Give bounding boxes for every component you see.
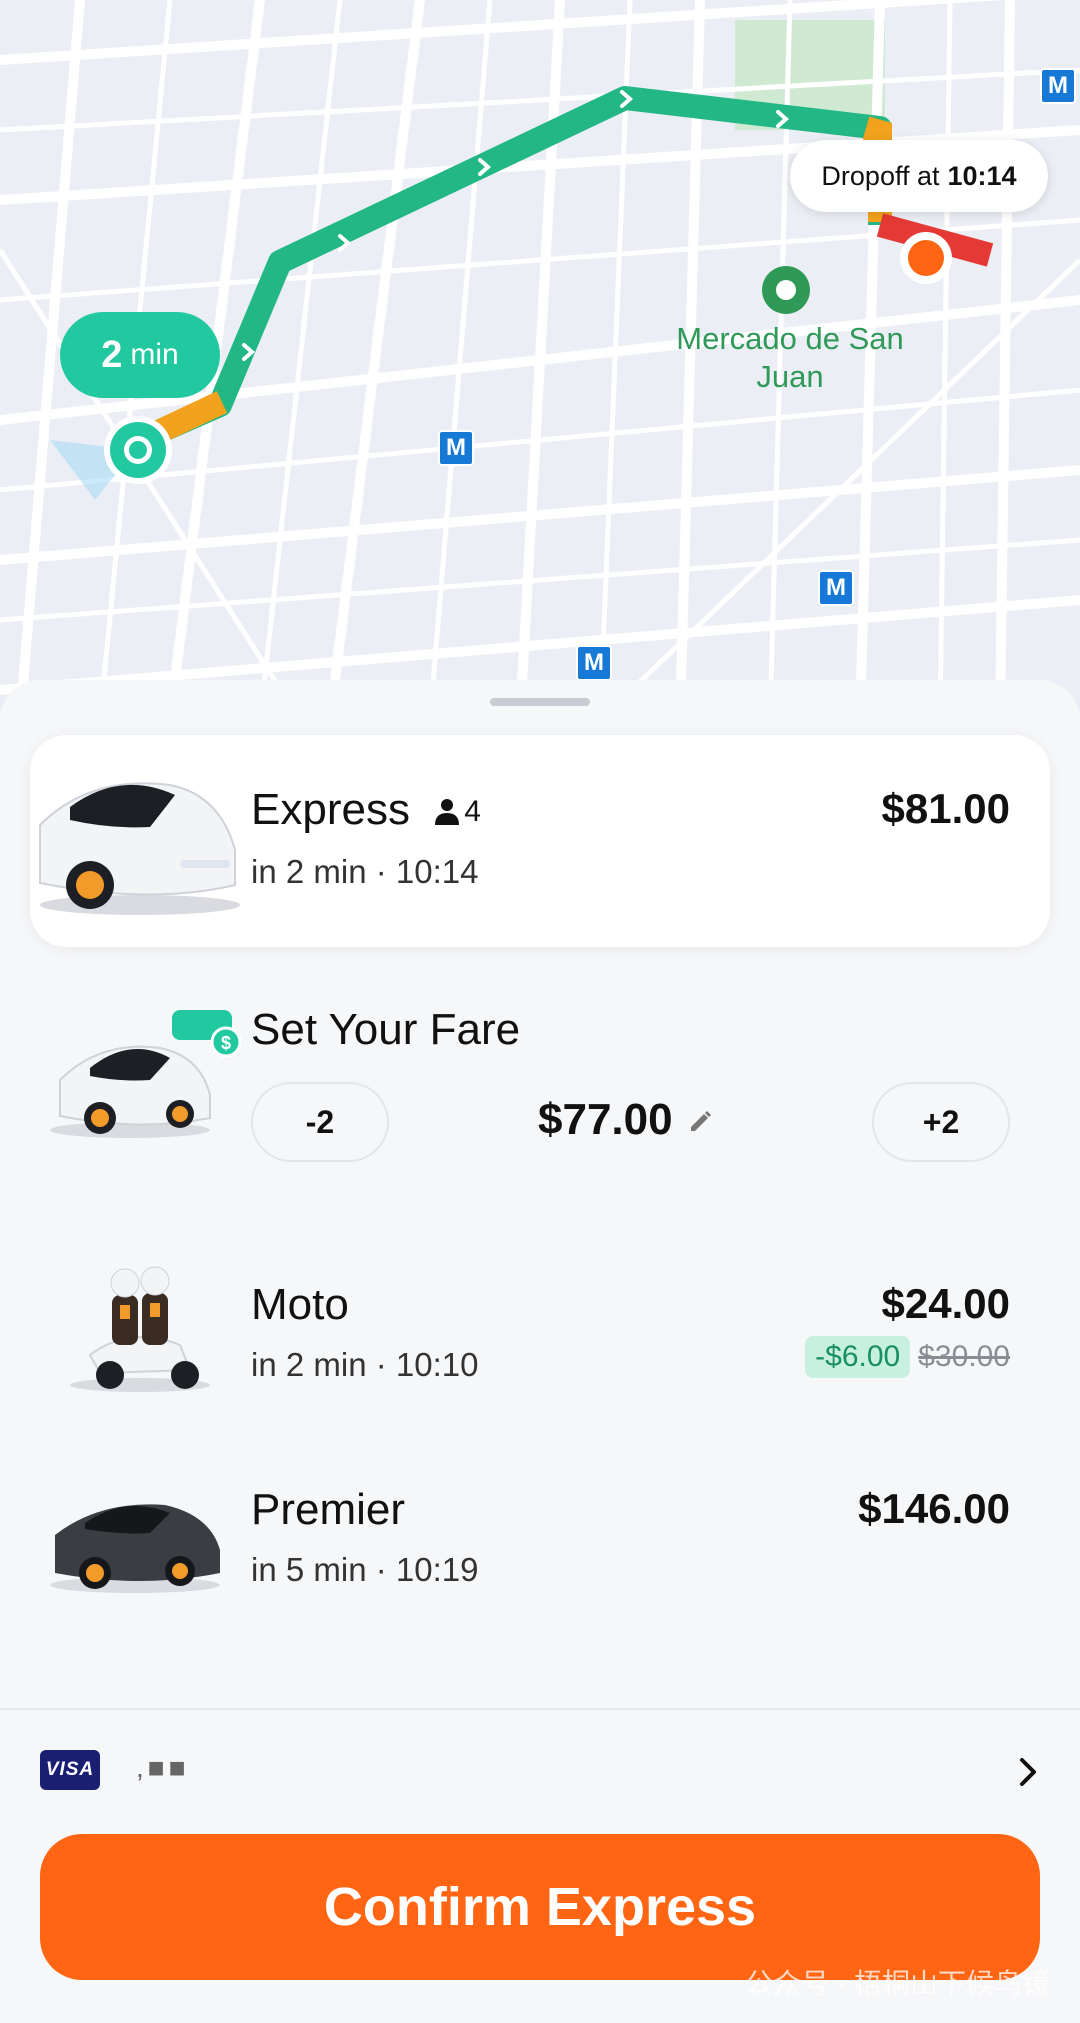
motorbike-icon [70,1266,210,1392]
metro-icon: M [818,570,854,606]
ride-name-text: Express [251,785,410,834]
metro-icon: M [438,430,474,466]
white-sedan-handshake-icon: $ [50,1010,242,1138]
ride-eta: in 5 min · 10:19 [251,1551,479,1588]
seat-count-value: 4 [464,795,481,829]
ride-name: Moto [251,1280,349,1329]
ride-name: Set Your Fare [251,1005,521,1054]
original-price: $30.00 [918,1340,1010,1373]
seat-count: 4 [434,795,481,829]
dropoff-chip[interactable]: Dropoff at 10:14 [790,140,1048,212]
ride-price: $24.00 [881,1280,1010,1327]
ride-eta: in 2 min · 10:10 [251,1346,479,1383]
footer-divider [0,1708,1080,1710]
white-sedan-icon [39,782,240,915]
route-map[interactable]: 2 min Dropoff at 10:14 Mercado de San Ju… [0,0,1080,720]
metro-icon: M [1040,68,1076,104]
eta-value: 2 [101,333,123,376]
dropoff-time: 10:14 [947,160,1017,191]
confirm-ride-button[interactable]: Confirm Express [40,1834,1040,1980]
ride-option-premier[interactable]: Premier in 5 min · 10:19 $146.00 [30,1455,1050,1635]
discount-badge: -$6.00 [805,1336,911,1378]
ride-name: Premier [251,1485,406,1534]
discount-row: -$6.00 $30.00 [805,1336,1010,1378]
fare-value[interactable]: $77.00 [538,1095,713,1145]
eta-unit: min [130,338,179,371]
watermark: 公众号 · 梧桐山下候鸟镜 [745,1968,1050,1999]
fare-amount: $77.00 [538,1095,673,1144]
ride-price: $81.00 [881,785,1010,832]
dark-sedan-icon [50,1504,220,1593]
payment-method-row[interactable]: VISA ,■■ [0,1712,1080,1830]
drag-handle[interactable] [490,698,590,706]
ride-price: $146.00 [858,1485,1010,1532]
ride-option-express[interactable]: Express 4 in 2 min · 10:14 $81.00 [30,735,1050,947]
person-icon [435,799,460,826]
visa-card-icon: VISA [40,1750,100,1790]
card-number-masked: ,■■ [136,1752,190,1783]
ride-eta: in 2 min · 10:14 [251,853,479,890]
ride-option-set-your-fare[interactable]: $ Set Your Fare -2 $77.00 +2 [30,980,1050,1210]
chevron-right-icon[interactable] [1016,1754,1040,1790]
ride-option-moto[interactable]: Moto in 2 min · 10:10 $24.00 -$6.00 $30.… [30,1240,1050,1420]
dropoff-prefix: Dropoff at [821,160,940,191]
poi-label: Mercado de San Juan [676,321,904,394]
fare-decrease-button[interactable]: -2 [251,1082,389,1162]
eta-pill: 2 min [60,312,220,398]
fare-increase-button[interactable]: +2 [872,1082,1010,1162]
ride-name: Express 4 [251,785,481,835]
pencil-icon [690,1111,711,1131]
svg-text:$: $ [221,1033,231,1053]
metro-icon: M [576,645,612,681]
